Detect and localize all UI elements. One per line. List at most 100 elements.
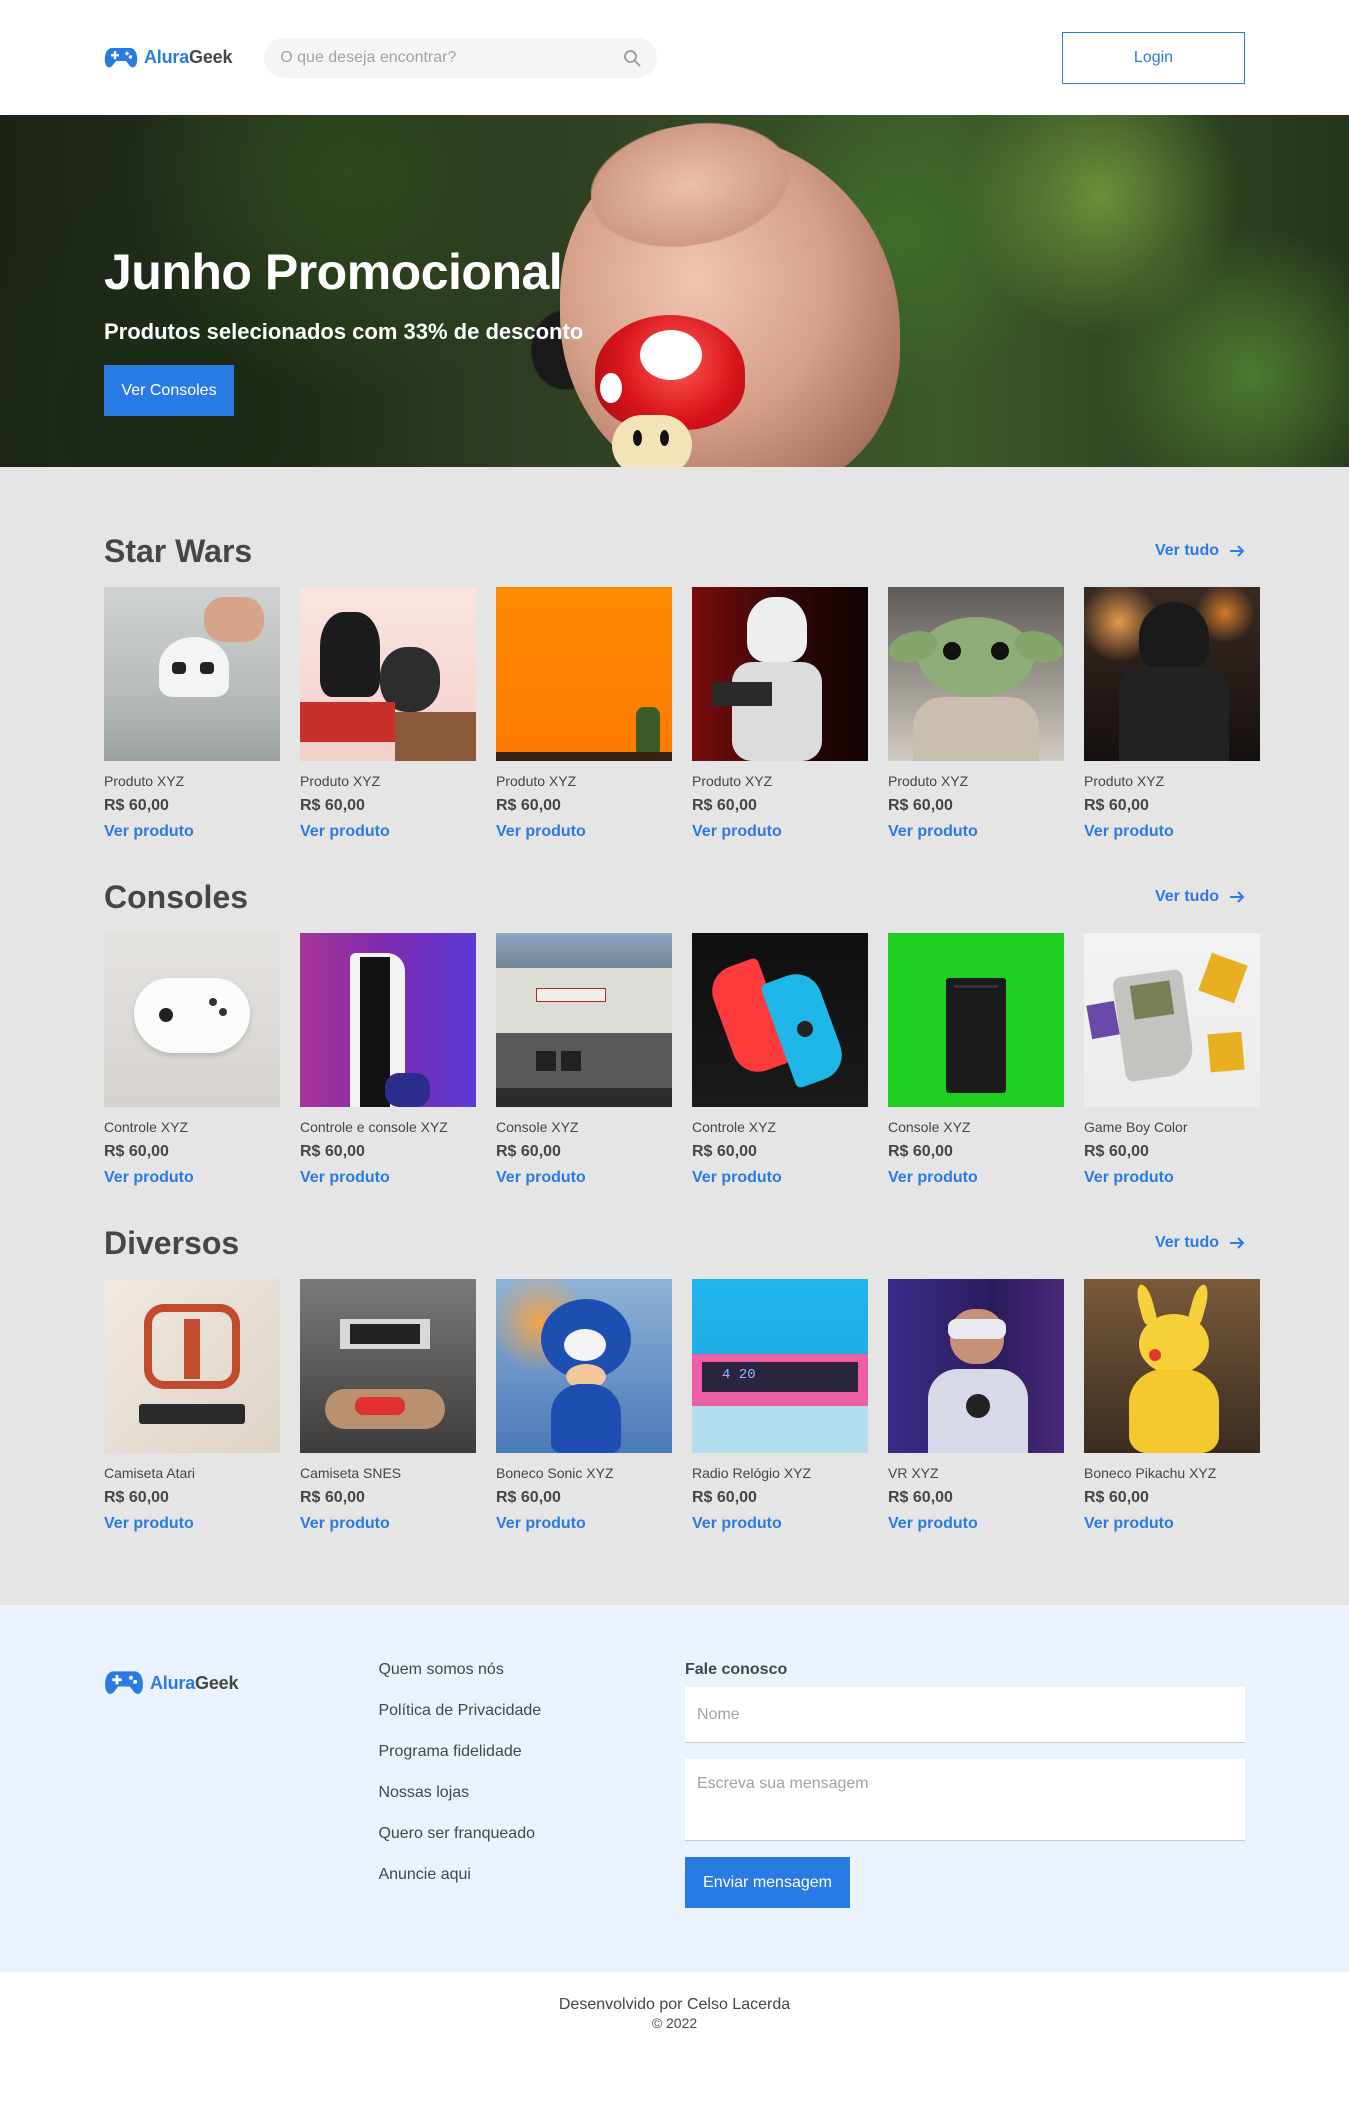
product-card: Produto XYZ R$ 60,00 Ver produto bbox=[496, 587, 672, 841]
footer-logo[interactable]: AluraGeek bbox=[104, 1669, 378, 1697]
view-product-link[interactable]: Ver produto bbox=[888, 823, 978, 841]
product-image[interactable] bbox=[888, 933, 1064, 1107]
product-price: R$ 60,00 bbox=[692, 1143, 757, 1160]
product-image[interactable] bbox=[1084, 933, 1260, 1107]
brand-name-part2: Geek bbox=[195, 1672, 239, 1693]
view-product-link[interactable]: Ver produto bbox=[496, 1169, 586, 1187]
see-all-link[interactable]: Ver tudo bbox=[1155, 888, 1245, 906]
product-image[interactable] bbox=[888, 1279, 1064, 1453]
footer-link-stores[interactable]: Nossas lojas bbox=[378, 1784, 685, 1802]
view-product-link[interactable]: Ver produto bbox=[496, 1515, 586, 1533]
view-product-link[interactable]: Ver produto bbox=[888, 1515, 978, 1533]
footer-logo-column: AluraGeek bbox=[104, 1661, 378, 1972]
gamepad-icon bbox=[105, 1671, 143, 1694]
product-image[interactable] bbox=[496, 587, 672, 761]
product-card: Camiseta Atari R$ 60,00 Ver produto bbox=[104, 1279, 280, 1533]
category-header: Consoles Ver tudo bbox=[104, 877, 1245, 917]
product-image[interactable] bbox=[1084, 1279, 1260, 1453]
catalog: Star Wars Ver tudo Produto XYZ R$ 60,00 … bbox=[0, 467, 1349, 1605]
product-name: Boneco Pikachu XYZ bbox=[1084, 1465, 1217, 1481]
product-name: Produto XYZ bbox=[104, 773, 185, 789]
product-image[interactable] bbox=[888, 587, 1064, 761]
product-card: Produto XYZ R$ 60,00 Ver produto bbox=[300, 587, 476, 841]
product-image[interactable]: 4 20 bbox=[692, 1279, 868, 1453]
product-name: Controle XYZ bbox=[692, 1119, 777, 1135]
category-title: Diversos bbox=[104, 1224, 240, 1261]
product-image[interactable] bbox=[104, 587, 280, 761]
send-message-button[interactable]: Enviar mensagem bbox=[685, 1857, 850, 1908]
view-product-link[interactable]: Ver produto bbox=[104, 1515, 194, 1533]
footer-link-privacy[interactable]: Política de Privacidade bbox=[378, 1702, 685, 1720]
product-price: R$ 60,00 bbox=[692, 1489, 757, 1506]
product-image[interactable] bbox=[300, 1279, 476, 1453]
name-field[interactable] bbox=[685, 1687, 1245, 1743]
view-product-link[interactable]: Ver produto bbox=[692, 823, 782, 841]
product-price: R$ 60,00 bbox=[300, 1143, 365, 1160]
brand-name-part1: Alura bbox=[144, 47, 190, 67]
view-product-link[interactable]: Ver produto bbox=[104, 823, 194, 841]
hero-banner: Junho Promocional Produtos selecionados … bbox=[0, 115, 1349, 467]
see-all-link[interactable]: Ver tudo bbox=[1155, 542, 1245, 560]
product-price: R$ 60,00 bbox=[300, 1489, 365, 1506]
product-price: R$ 60,00 bbox=[692, 797, 757, 814]
category-header: Star Wars Ver tudo bbox=[104, 531, 1245, 571]
product-card: Console XYZ R$ 60,00 Ver produto bbox=[888, 933, 1064, 1187]
login-button[interactable]: Login bbox=[1062, 31, 1245, 84]
category-star-wars: Star Wars Ver tudo Produto XYZ R$ 60,00 … bbox=[0, 531, 1349, 841]
view-product-link[interactable]: Ver produto bbox=[888, 1169, 978, 1187]
product-image[interactable] bbox=[104, 1279, 280, 1453]
view-product-link[interactable]: Ver produto bbox=[692, 1169, 782, 1187]
view-product-link[interactable]: Ver produto bbox=[1084, 1515, 1174, 1533]
category-header: Diversos Ver tudo bbox=[104, 1223, 1245, 1263]
product-card: VR XYZ R$ 60,00 Ver produto bbox=[888, 1279, 1064, 1533]
hero-content: Junho Promocional Produtos selecionados … bbox=[104, 243, 583, 416]
search-bar bbox=[264, 37, 658, 78]
product-card: Boneco Pikachu XYZ R$ 60,00 Ver produto bbox=[1084, 1279, 1260, 1533]
developer-credit: Desenvolvido por Celso Lacerda bbox=[558, 1996, 791, 2013]
category-title: Star Wars bbox=[104, 532, 253, 569]
product-price: R$ 60,00 bbox=[104, 1489, 169, 1506]
see-all-link[interactable]: Ver tudo bbox=[1155, 1234, 1245, 1252]
product-name: Boneco Sonic XYZ bbox=[496, 1465, 614, 1481]
product-name: Game Boy Color bbox=[1084, 1119, 1188, 1135]
view-product-link[interactable]: Ver produto bbox=[692, 1515, 782, 1533]
view-product-link[interactable]: Ver produto bbox=[104, 1169, 194, 1187]
product-card: Produto XYZ R$ 60,00 Ver produto bbox=[104, 587, 280, 841]
footer-link-franchise[interactable]: Quero ser franqueado bbox=[378, 1825, 685, 1843]
product-name: Produto XYZ bbox=[496, 773, 577, 789]
product-image[interactable] bbox=[496, 933, 672, 1107]
product-image[interactable] bbox=[104, 933, 280, 1107]
product-name: Camiseta SNES bbox=[300, 1465, 402, 1481]
product-image[interactable] bbox=[496, 1279, 672, 1453]
view-product-link[interactable]: Ver produto bbox=[496, 823, 586, 841]
view-consoles-button[interactable]: Ver Consoles bbox=[104, 365, 234, 416]
logo[interactable]: AluraGeek bbox=[104, 46, 232, 70]
product-image[interactable] bbox=[300, 587, 476, 761]
view-product-link[interactable]: Ver produto bbox=[1084, 823, 1174, 841]
product-image[interactable] bbox=[1084, 587, 1260, 761]
product-price: R$ 60,00 bbox=[104, 797, 169, 814]
footer-link-about[interactable]: Quem somos nós bbox=[378, 1661, 685, 1679]
view-product-link[interactable]: Ver produto bbox=[300, 823, 390, 841]
product-image[interactable] bbox=[300, 933, 476, 1107]
search-input[interactable] bbox=[280, 48, 601, 67]
product-grid: Controle XYZ R$ 60,00 Ver produto Contro… bbox=[104, 933, 1260, 1187]
footer-link-loyalty[interactable]: Programa fidelidade bbox=[378, 1743, 685, 1761]
product-image[interactable] bbox=[692, 933, 868, 1107]
view-product-link[interactable]: Ver produto bbox=[300, 1169, 390, 1187]
product-price: R$ 60,00 bbox=[104, 1143, 169, 1160]
product-image[interactable] bbox=[692, 587, 868, 761]
copyright: © 2022 bbox=[651, 2015, 698, 2031]
view-product-link[interactable]: Ver produto bbox=[1084, 1169, 1174, 1187]
site-header: AluraGeek Login bbox=[0, 0, 1349, 115]
view-product-link[interactable]: Ver produto bbox=[300, 1515, 390, 1533]
hero-subtitle: Produtos selecionados com 33% de descont… bbox=[104, 319, 584, 344]
gamepad-icon bbox=[104, 47, 138, 67]
message-field[interactable] bbox=[685, 1759, 1245, 1841]
product-price: R$ 60,00 bbox=[888, 797, 953, 814]
product-name: Produto XYZ bbox=[1084, 773, 1165, 789]
search-icon[interactable] bbox=[623, 49, 641, 67]
product-price: R$ 60,00 bbox=[496, 1143, 561, 1160]
hero-title: Junho Promocional bbox=[104, 244, 563, 300]
footer-link-advertise[interactable]: Anuncie aqui bbox=[378, 1866, 685, 1884]
